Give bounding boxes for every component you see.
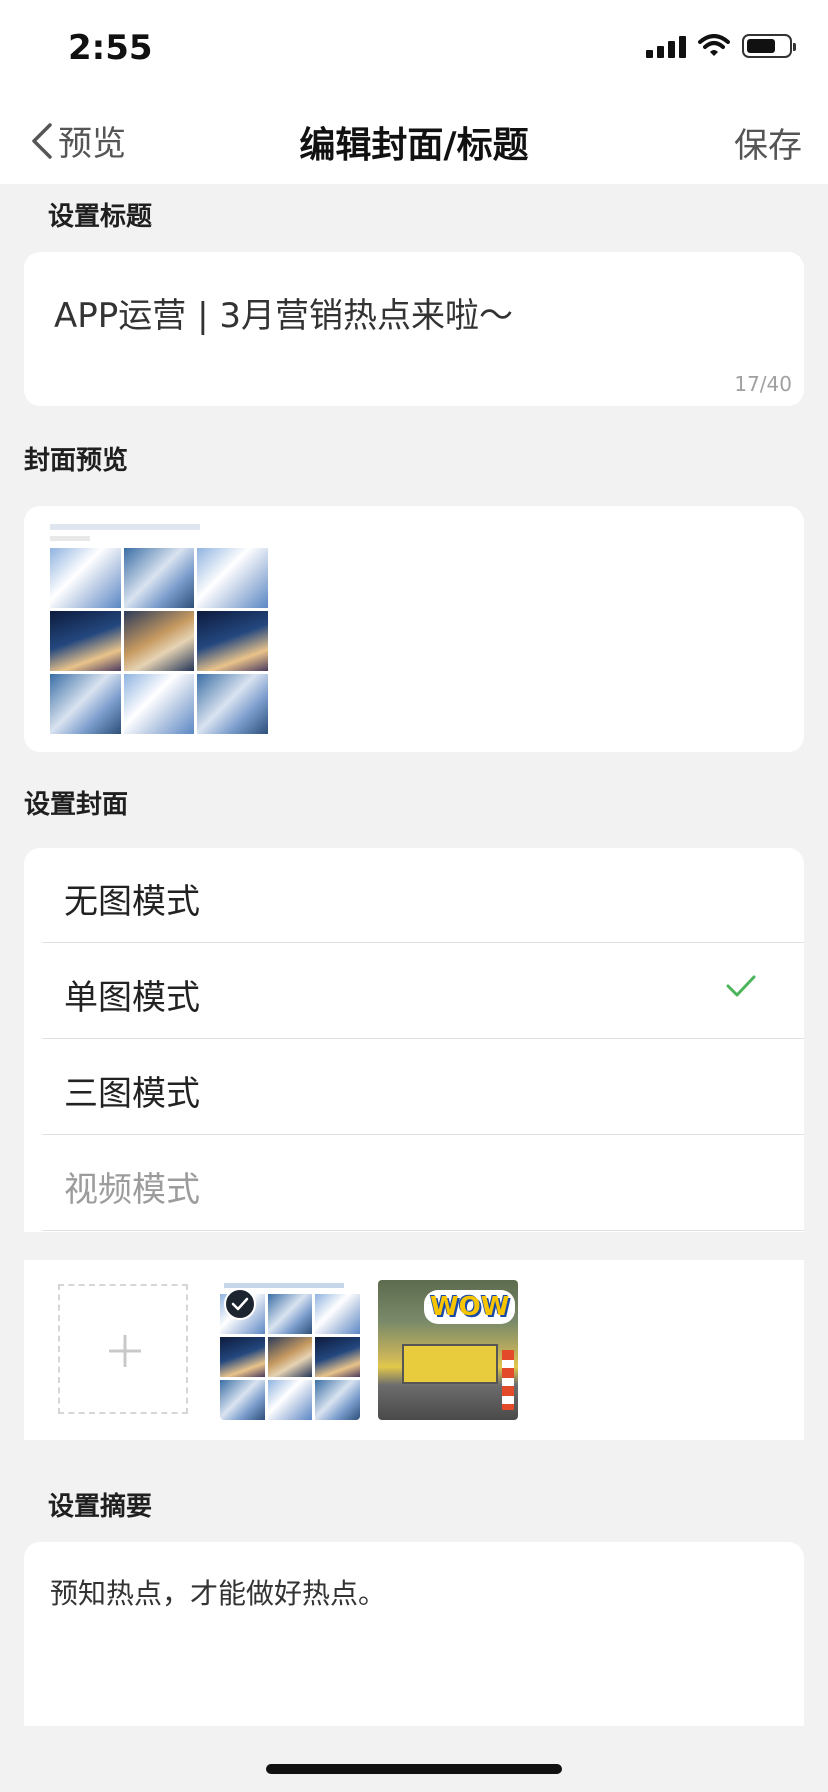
mode-label: 三图模式 bbox=[64, 1074, 200, 1114]
cover-preview-card bbox=[24, 506, 804, 752]
summary-input[interactable]: 预知热点，才能做好热点。 bbox=[24, 1542, 804, 1726]
preview-subheader-line bbox=[50, 536, 90, 541]
wifi-icon bbox=[698, 34, 730, 56]
checkmark-icon bbox=[726, 975, 756, 997]
nav-bar: 预览 编辑封面/标题 保存 bbox=[0, 100, 828, 184]
preview-section-label: 封面预览 bbox=[24, 446, 129, 476]
title-input-value: APP运营 | 3月营销热点来啦～ bbox=[54, 296, 513, 336]
mode-label: 单图模式 bbox=[64, 978, 200, 1018]
title-input[interactable]: APP运营 | 3月营销热点来啦～ 17/40 bbox=[24, 252, 804, 406]
selected-badge bbox=[224, 1288, 256, 1320]
barrier bbox=[402, 1344, 498, 1384]
street-photo: WOW bbox=[378, 1280, 518, 1420]
status-bar: 2:55 bbox=[0, 0, 828, 100]
cover-image-picker: WOW bbox=[24, 1260, 804, 1440]
mode-option-no-image[interactable]: 无图模式 bbox=[42, 848, 804, 943]
summary-section-label: 设置摘要 bbox=[48, 1492, 153, 1522]
picker-image-collage[interactable] bbox=[220, 1280, 360, 1420]
signal-icon bbox=[646, 34, 686, 58]
preview-header-line bbox=[50, 524, 200, 530]
cover-mode-list: 无图模式 单图模式 三图模式 视频模式 bbox=[24, 848, 804, 1232]
cover-section-label: 设置封面 bbox=[24, 790, 129, 820]
status-icons bbox=[646, 34, 796, 58]
wow-sign: WOW bbox=[424, 1290, 516, 1324]
mode-label: 无图模式 bbox=[64, 882, 200, 922]
mode-label: 视频模式 bbox=[64, 1170, 200, 1210]
title-char-count: 17/40 bbox=[734, 372, 792, 396]
traffic-cone bbox=[502, 1350, 514, 1410]
mode-option-three-image[interactable]: 三图模式 bbox=[42, 1040, 804, 1135]
mode-option-video[interactable]: 视频模式 bbox=[42, 1136, 804, 1231]
add-image-button[interactable] bbox=[58, 1284, 188, 1414]
page-title: 编辑封面/标题 bbox=[299, 125, 529, 166]
plus-icon bbox=[109, 1335, 141, 1367]
cover-preview-image bbox=[50, 548, 268, 734]
summary-input-value: 预知热点，才能做好热点。 bbox=[50, 1577, 387, 1610]
check-icon bbox=[231, 1297, 249, 1311]
save-button[interactable]: 保存 bbox=[734, 118, 802, 167]
picker-image-street[interactable]: WOW bbox=[378, 1280, 518, 1420]
home-indicator[interactable] bbox=[266, 1764, 562, 1774]
battery-icon bbox=[742, 34, 796, 58]
mode-option-single-image[interactable]: 单图模式 bbox=[42, 944, 804, 1039]
title-section-label: 设置标题 bbox=[48, 202, 153, 232]
status-time: 2:55 bbox=[68, 28, 153, 68]
